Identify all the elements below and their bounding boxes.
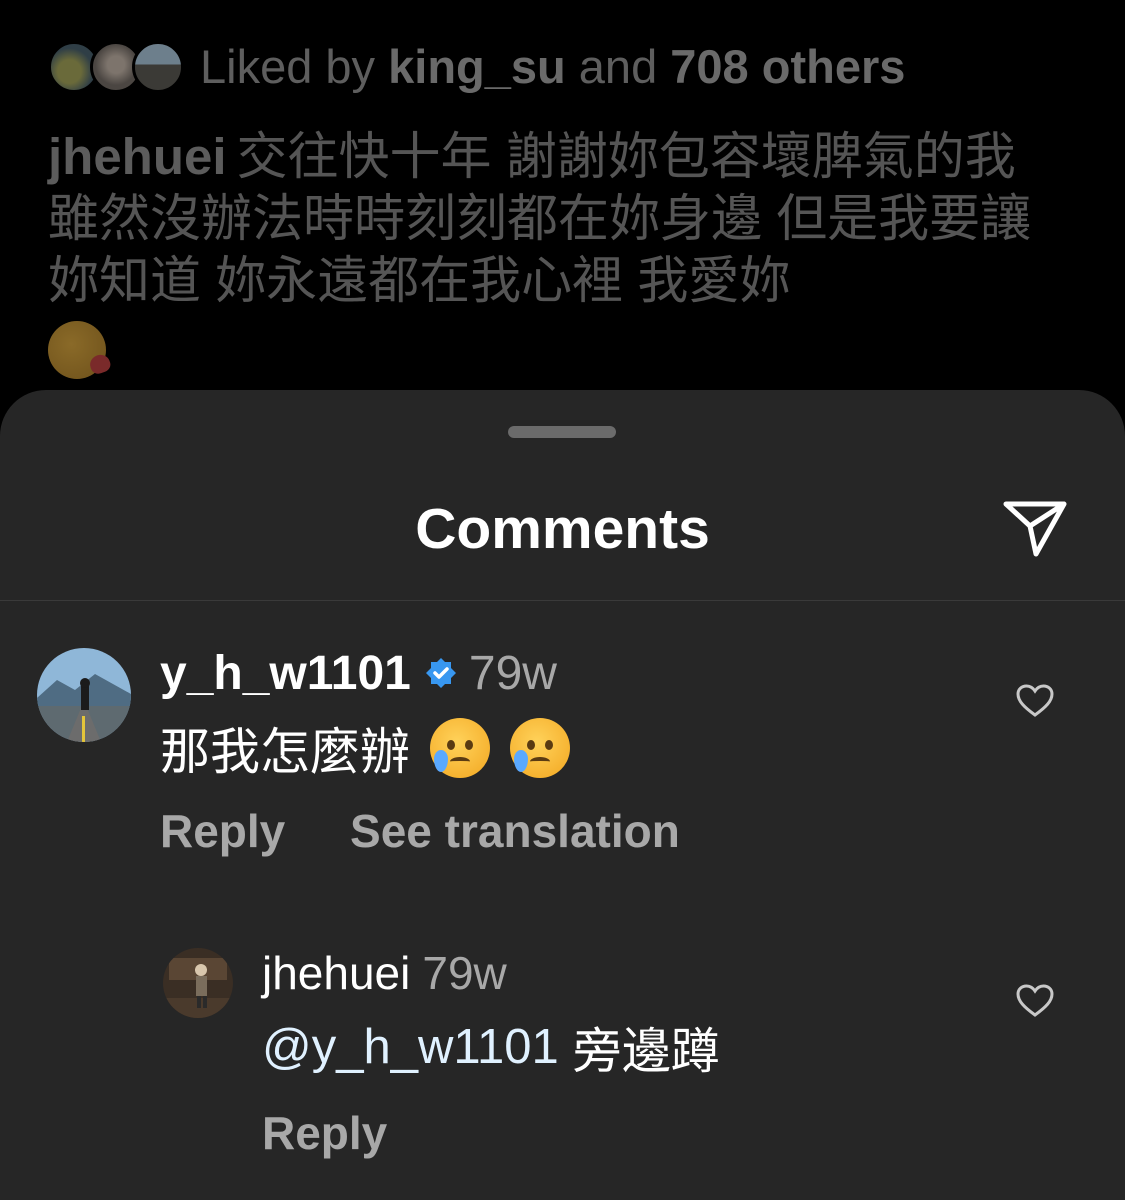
comment-username[interactable]: jhehuei bbox=[262, 946, 410, 1000]
kiss-emoji-icon bbox=[48, 320, 106, 379]
like-comment-heart-icon[interactable] bbox=[1016, 984, 1054, 1018]
comment-body: @y_h_w1101 旁邊蹲 bbox=[262, 1016, 720, 1079]
likes-row[interactable]: Liked by king_su and 708 others bbox=[48, 36, 905, 96]
likes-others-count[interactable]: 708 others bbox=[670, 40, 905, 93]
comment-text: 旁邊蹲 bbox=[572, 1024, 720, 1079]
comment-timestamp: 79w bbox=[422, 947, 507, 999]
commenter-avatar[interactable] bbox=[163, 948, 233, 1018]
post-background: Liked by king_su and 708 others jhehuei 交… bbox=[0, 0, 1125, 400]
caption-username[interactable]: jhehuei bbox=[48, 128, 227, 185]
comment-actions: Reply bbox=[262, 1106, 387, 1160]
comments-sheet: Comments y_h_w1101 79w 那我怎麼辦 Reply See t… bbox=[0, 390, 1125, 1200]
likes-text: Liked by king_su and 708 others bbox=[200, 39, 905, 94]
comment-header: jhehuei 79w bbox=[262, 946, 507, 1000]
liker-avatars bbox=[48, 38, 188, 94]
likes-prefix: Liked by bbox=[200, 39, 376, 93]
avatar-image bbox=[163, 948, 233, 1018]
mention-link[interactable]: @y_h_w1101 bbox=[262, 1019, 559, 1075]
post-caption: jhehuei 交往快十年 謝謝妳包容壞脾氣的我 雖然沒辦法時時刻刻都在妳身邊 但… bbox=[48, 126, 1038, 379]
likes-and: and bbox=[578, 39, 658, 93]
reply-button[interactable]: Reply bbox=[262, 1107, 387, 1159]
liker-username[interactable]: king_su bbox=[388, 40, 566, 93]
liker-avatar bbox=[132, 41, 184, 93]
reply-comment-item: jhehuei 79w @y_h_w1101 旁邊蹲 Reply bbox=[0, 390, 1125, 1200]
